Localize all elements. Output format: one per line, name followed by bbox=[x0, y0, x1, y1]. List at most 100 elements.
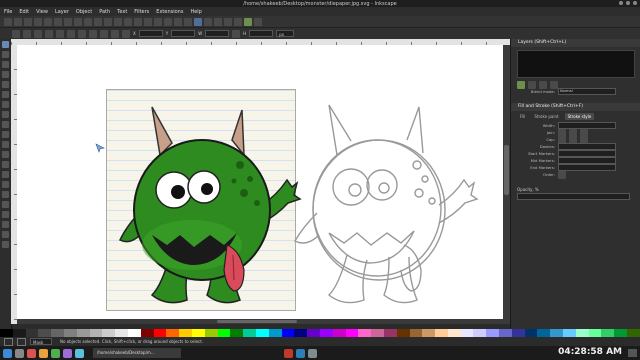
menu-filters[interactable]: Filters bbox=[134, 9, 149, 15]
remove-layer-icon[interactable] bbox=[528, 80, 536, 89]
palette-swatch[interactable] bbox=[422, 329, 436, 337]
palette-swatch[interactable] bbox=[0, 329, 13, 337]
close-button[interactable] bbox=[633, 1, 637, 5]
show-desktop-button[interactable] bbox=[628, 349, 637, 357]
ellipse-tool-icon[interactable] bbox=[2, 111, 9, 118]
palette-swatch[interactable] bbox=[473, 329, 487, 337]
lower-icon[interactable] bbox=[111, 29, 119, 38]
zoom-tool-icon[interactable] bbox=[2, 71, 9, 78]
palette-swatch[interactable] bbox=[191, 329, 205, 337]
zoom-selection-icon[interactable] bbox=[114, 17, 122, 26]
palette-swatch[interactable] bbox=[614, 329, 628, 337]
palette-swatch[interactable] bbox=[575, 329, 589, 337]
group-icon[interactable] bbox=[174, 17, 182, 26]
palette-swatch[interactable] bbox=[255, 329, 269, 337]
star-tool-icon[interactable] bbox=[2, 121, 9, 128]
lower-to-bottom-icon[interactable] bbox=[122, 29, 130, 38]
palette-swatch[interactable] bbox=[563, 329, 576, 337]
palette-swatch[interactable] bbox=[447, 329, 461, 337]
terminal-app-icon[interactable] bbox=[51, 348, 60, 358]
duplicate-icon[interactable] bbox=[144, 17, 152, 26]
order-option-icon[interactable] bbox=[558, 170, 566, 179]
palette-swatch[interactable] bbox=[435, 329, 448, 337]
raise-layer-icon[interactable] bbox=[539, 80, 547, 89]
palette-swatch[interactable] bbox=[12, 329, 26, 337]
palette-swatch[interactable] bbox=[204, 329, 218, 337]
taskbar-inkscape-window[interactable]: /home/shakeeb/Desktop/m... bbox=[93, 348, 181, 358]
dropper-tool-icon[interactable] bbox=[2, 231, 9, 238]
palette-swatch[interactable] bbox=[63, 329, 77, 337]
new-document-icon[interactable] bbox=[4, 17, 12, 26]
zoom-page-icon[interactable] bbox=[134, 17, 142, 26]
zoom-drawing-icon[interactable] bbox=[124, 17, 132, 26]
text-font-icon[interactable] bbox=[204, 17, 212, 26]
palette-swatch[interactable] bbox=[409, 329, 423, 337]
palette-swatch[interactable] bbox=[38, 329, 52, 337]
fill-indicator[interactable] bbox=[4, 337, 13, 346]
pencil-tool-icon[interactable] bbox=[2, 141, 9, 148]
document-properties-icon[interactable] bbox=[254, 17, 262, 26]
palette-swatch[interactable] bbox=[332, 329, 346, 337]
green-monster-drawing[interactable] bbox=[112, 95, 302, 310]
tweak-tool-icon[interactable] bbox=[2, 61, 9, 68]
palette-swatch[interactable] bbox=[166, 329, 180, 337]
layers-list[interactable] bbox=[517, 50, 635, 78]
text-tool-icon[interactable] bbox=[2, 171, 9, 178]
clone-icon[interactable] bbox=[154, 17, 162, 26]
maximize-button[interactable] bbox=[626, 1, 630, 5]
palette-swatch[interactable] bbox=[140, 329, 154, 337]
palette-swatch[interactable] bbox=[460, 329, 474, 337]
align-distribute-icon[interactable] bbox=[234, 17, 242, 26]
gradient-tool-icon[interactable] bbox=[2, 211, 9, 218]
save-icon[interactable] bbox=[24, 17, 32, 26]
layer-select[interactable]: Mask bbox=[30, 338, 52, 345]
spiral-tool-icon[interactable] bbox=[2, 131, 9, 138]
browser-app-icon[interactable] bbox=[27, 348, 36, 358]
start-menu-icon[interactable] bbox=[3, 348, 12, 358]
palette-swatch[interactable] bbox=[307, 329, 320, 337]
palette-swatch[interactable] bbox=[281, 329, 295, 337]
tray-network-icon[interactable] bbox=[296, 348, 305, 358]
tray-volume-icon[interactable] bbox=[308, 348, 317, 358]
menu-view[interactable]: View bbox=[36, 9, 48, 15]
tab-stroke-style[interactable]: Stroke style bbox=[564, 113, 595, 120]
palette-swatch[interactable] bbox=[601, 329, 615, 337]
files-app-icon[interactable] bbox=[15, 348, 24, 358]
palette-swatch[interactable] bbox=[486, 329, 500, 337]
layers-icon[interactable] bbox=[214, 17, 222, 26]
3d-box-tool-icon[interactable] bbox=[2, 101, 9, 108]
rotate-ccw-icon[interactable] bbox=[45, 29, 53, 38]
palette-swatch[interactable] bbox=[345, 329, 359, 337]
unit-select[interactable]: px bbox=[276, 30, 295, 37]
rectangle-tool-icon[interactable] bbox=[2, 91, 9, 98]
fill-stroke-panel-header[interactable]: Fill and Stroke (Shift+Ctrl+F) bbox=[511, 103, 640, 111]
export-icon[interactable] bbox=[54, 17, 62, 26]
palette-swatch[interactable] bbox=[371, 329, 384, 337]
spray-tool-icon[interactable] bbox=[2, 181, 9, 188]
undo-icon[interactable] bbox=[64, 17, 72, 26]
vertical-scrollbar[interactable] bbox=[503, 45, 510, 324]
paste-icon[interactable] bbox=[104, 17, 112, 26]
select-all-layers-icon[interactable] bbox=[23, 29, 31, 38]
palette-swatch[interactable] bbox=[537, 329, 551, 337]
fill-stroke-icon[interactable] bbox=[194, 17, 202, 26]
settings-app-icon[interactable] bbox=[75, 348, 84, 358]
flip-horizontal-icon[interactable] bbox=[67, 29, 75, 38]
palette-swatch[interactable] bbox=[217, 329, 231, 337]
pencil-sketch-monster[interactable] bbox=[289, 95, 479, 310]
horizontal-scrollbar[interactable] bbox=[17, 319, 503, 324]
x-field[interactable] bbox=[138, 30, 163, 37]
palette-swatch[interactable] bbox=[588, 329, 602, 337]
flip-vertical-icon[interactable] bbox=[78, 29, 86, 38]
raise-to-top-icon[interactable] bbox=[89, 29, 97, 38]
palette-swatch[interactable] bbox=[550, 329, 564, 337]
palette-swatch[interactable] bbox=[51, 329, 64, 337]
node-tool-icon[interactable] bbox=[2, 51, 9, 58]
tab-fill[interactable]: Fill bbox=[517, 113, 528, 120]
cut-icon[interactable] bbox=[94, 17, 102, 26]
palette-swatch[interactable] bbox=[76, 329, 90, 337]
palette-swatch[interactable] bbox=[511, 329, 525, 337]
rotate-cw-icon[interactable] bbox=[56, 29, 64, 38]
pen-tool-icon[interactable] bbox=[2, 151, 9, 158]
media-app-icon[interactable] bbox=[63, 348, 72, 358]
